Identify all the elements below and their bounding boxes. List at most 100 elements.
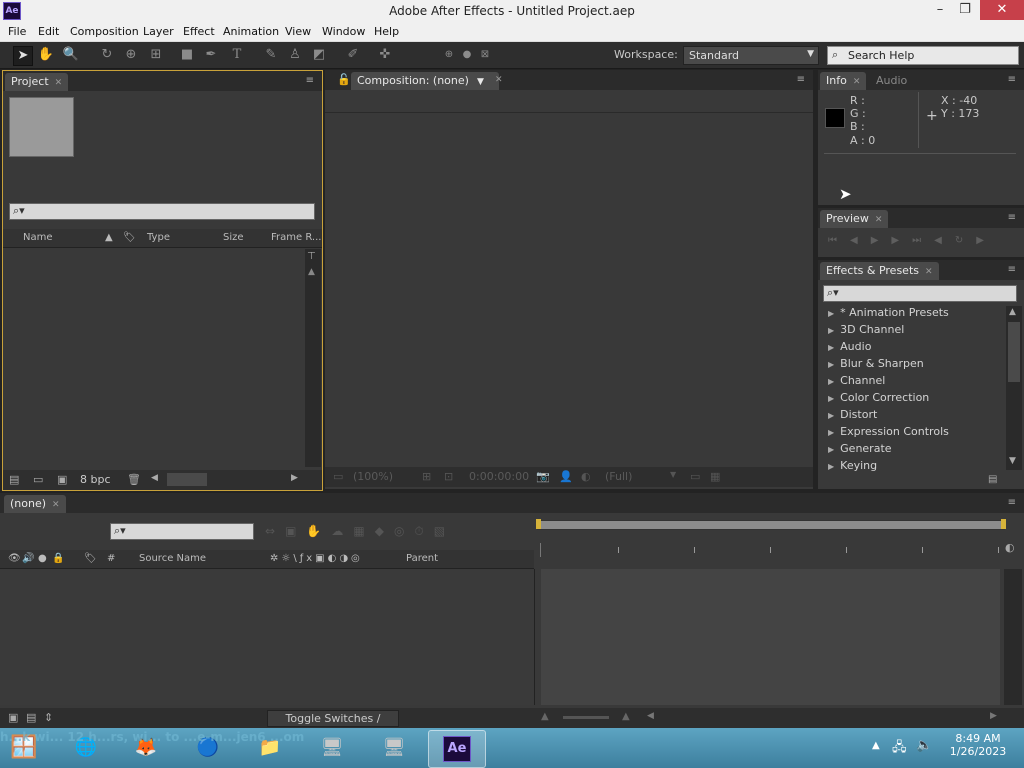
new-composition-icon[interactable]: ▣	[57, 473, 67, 486]
label-tag-icon[interactable]: 🏷	[123, 232, 136, 243]
scroll-right-icon[interactable]: ▶	[990, 711, 997, 721]
tab-composition[interactable]: Composition: (none) ▼	[351, 72, 499, 90]
menu-help[interactable]: Help	[374, 25, 399, 38]
effect-category[interactable]: ▶ * Animation Presets	[828, 306, 949, 319]
camera-tool-icon[interactable]: ⊕	[122, 46, 140, 64]
search-help-input[interactable]: ⌕ Search Help	[827, 46, 1019, 65]
shy-icon[interactable]: ☁	[331, 524, 353, 538]
frame-blending-icon[interactable]: ▦	[353, 524, 374, 538]
panel-menu-icon[interactable]: ≡	[1008, 74, 1016, 85]
current-time[interactable]: 0:00:00:00	[469, 470, 529, 483]
live-update-icon[interactable]: ▣	[285, 524, 306, 538]
safe-zones-icon[interactable]: ⊞	[422, 470, 431, 483]
effect-category[interactable]: ▶ Audio	[828, 340, 871, 353]
close-icon[interactable]: ✕	[52, 500, 60, 510]
play-icon[interactable]: ▶	[871, 235, 892, 246]
col-type[interactable]: Type	[147, 232, 170, 243]
label-tag-icon[interactable]: 🏷	[84, 553, 97, 564]
project-scrollbar[interactable]: ⊤ ▲	[305, 249, 321, 467]
comp-mini-flowchart-icon[interactable]: ⇔	[265, 524, 285, 538]
brush-tool-icon[interactable]: ✎	[262, 46, 280, 64]
menu-window[interactable]: Window	[322, 25, 365, 38]
tab-audio[interactable]: Audio	[870, 72, 913, 90]
tab-timeline[interactable]: (none) ✕	[4, 495, 66, 513]
menu-file[interactable]: File	[8, 25, 26, 38]
first-frame-icon[interactable]: ⏮	[828, 235, 850, 246]
eraser-tool-icon[interactable]: ◩	[310, 46, 328, 64]
scroll-up-icon[interactable]: ▲	[308, 267, 315, 277]
show-hidden-icons[interactable]: ▲	[872, 740, 880, 751]
volume-icon[interactable]: 🔈	[916, 738, 932, 753]
panel-menu-icon[interactable]: ≡	[306, 75, 314, 86]
draft-3d-icon[interactable]: ✋	[306, 524, 331, 538]
type-tool-icon[interactable]: T	[228, 46, 246, 64]
mask-visibility-icon[interactable]: ⊡	[444, 470, 453, 483]
effect-category[interactable]: ▶ Color Correction	[828, 391, 929, 404]
resolution-select[interactable]: (Full)	[605, 470, 632, 483]
workspace-select[interactable]: Standard ▼	[683, 46, 819, 65]
menu-view[interactable]: View	[285, 25, 311, 38]
menu-composition[interactable]: Composition	[70, 25, 139, 38]
zoom-in-icon[interactable]: ▲	[622, 711, 630, 722]
work-area-end-handle[interactable]	[1001, 519, 1006, 529]
effect-category[interactable]: ▶ Keying	[828, 459, 877, 472]
col-name[interactable]: Name	[23, 232, 53, 243]
tab-info[interactable]: Info ✕	[820, 72, 867, 90]
effects-search-input[interactable]: ⌕▾	[823, 285, 1017, 302]
comp-button-icon[interactable]: ◐	[1005, 541, 1021, 561]
last-frame-icon[interactable]: ⏭	[912, 235, 934, 246]
brainstorm-icon[interactable]: ◎	[394, 524, 414, 538]
roto-brush-tool-icon[interactable]: ✐	[344, 46, 362, 64]
effect-category[interactable]: ▶ 3D Channel	[828, 323, 904, 336]
close-icon[interactable]: ✕	[853, 77, 861, 87]
hand-tool-icon[interactable]: ✋	[37, 46, 55, 64]
effect-category[interactable]: ▶ Expression Controls	[828, 425, 949, 438]
close-icon[interactable]: ✕	[495, 75, 503, 85]
transfer-controls-icon[interactable]: ▤	[26, 711, 36, 724]
tab-project[interactable]: Project ✕	[5, 73, 69, 91]
horizontal-scroll-thumb[interactable]	[167, 473, 207, 486]
panel-menu-icon[interactable]: ≡	[1008, 212, 1016, 223]
close-icon[interactable]: ✕	[875, 215, 883, 225]
scroll-right-icon[interactable]: ▶	[291, 473, 298, 483]
timeline-scrollbar[interactable]	[1004, 569, 1022, 705]
close-icon[interactable]: ✕	[55, 78, 63, 88]
col-parent[interactable]: Parent	[406, 553, 438, 564]
tab-preview[interactable]: Preview ✕	[820, 210, 889, 228]
effect-category[interactable]: ▶ Generate	[828, 442, 892, 455]
project-search-input[interactable]: ⌕▾	[9, 203, 315, 220]
tab-effects-presets[interactable]: Effects & Presets ✕	[820, 262, 939, 280]
clock[interactable]: 8:49 AM 1/26/2023	[940, 732, 1016, 758]
selection-tool-icon[interactable]: ➤	[13, 46, 33, 66]
region-of-interest-icon[interactable]: ▭	[690, 470, 700, 483]
view-axis-icon[interactable]: ⊠	[476, 46, 494, 64]
lock-icon[interactable]: 🔓	[337, 73, 351, 86]
close-button[interactable]: ✕	[980, 0, 1024, 20]
menu-layer[interactable]: Layer	[143, 25, 174, 38]
col-size[interactable]: Size	[223, 232, 244, 243]
menu-animation[interactable]: Animation	[223, 25, 279, 38]
col-number[interactable]: #	[107, 553, 115, 564]
solo-icon[interactable]: ●	[38, 553, 47, 564]
switch-icons[interactable]: ✲☼\ƒx▣◐◑◎	[270, 553, 363, 564]
effect-category[interactable]: ▶ Distort	[828, 408, 877, 421]
menu-effect[interactable]: Effect	[183, 25, 215, 38]
menu-edit[interactable]: Edit	[38, 25, 59, 38]
eye-icon[interactable]: 👁	[8, 553, 21, 564]
work-area-start-handle[interactable]	[536, 519, 541, 529]
prev-frame-icon[interactable]: ◀	[850, 235, 871, 246]
magnification-select[interactable]: (100%)	[353, 470, 393, 483]
show-snapshot-icon[interactable]: 👤	[559, 470, 573, 483]
col-source-name[interactable]: Source Name	[139, 553, 206, 564]
effect-category[interactable]: ▶ Blur & Sharpen	[828, 357, 924, 370]
time-ruler[interactable]	[540, 543, 1003, 557]
col-frame-rate[interactable]: Frame R...	[271, 232, 321, 243]
loop-icon[interactable]: ↻	[955, 235, 976, 246]
close-icon[interactable]: ✕	[925, 267, 933, 277]
lock-icon[interactable]: 🔒	[52, 553, 64, 564]
network-status-icon[interactable]: 🖧	[892, 738, 907, 760]
interpret-footage-icon[interactable]: ▤	[9, 473, 19, 486]
toggle-switches-modes-button[interactable]: Toggle Switches / Modes	[267, 710, 399, 740]
pan-behind-tool-icon[interactable]: ⊞	[147, 46, 165, 64]
puppet-pin-tool-icon[interactable]: ✜	[376, 46, 394, 64]
